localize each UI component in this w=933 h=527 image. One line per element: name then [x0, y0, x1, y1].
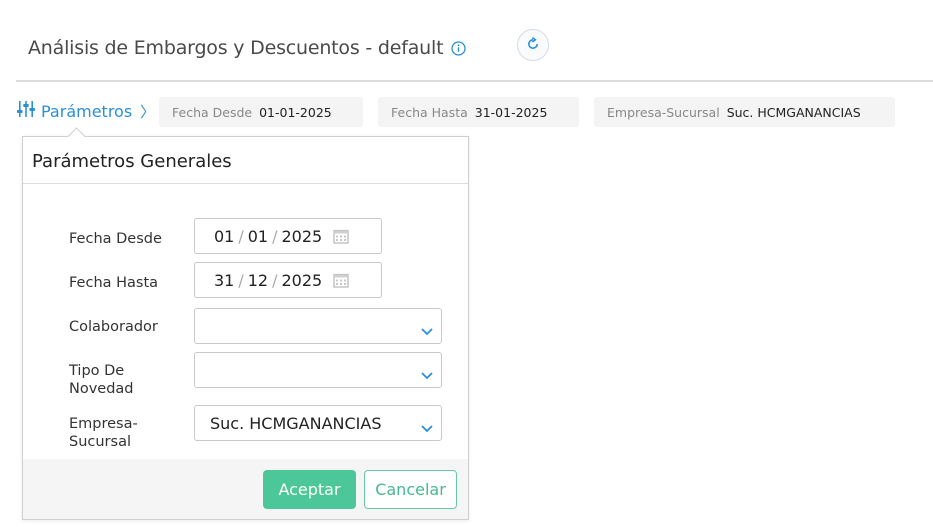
cancel-button[interactable]: Cancelar — [364, 470, 457, 509]
chip-value: 01-01-2025 — [259, 104, 332, 120]
date-year[interactable]: 2025 — [282, 271, 323, 290]
chevron-down-icon — [420, 365, 434, 384]
panel-footer: Aceptar Cancelar — [23, 459, 468, 519]
panel-divider — [23, 183, 468, 184]
parametros-panel: Parámetros Generales Fecha Desde 01 / 01… — [22, 127, 469, 520]
date-day[interactable]: 01 — [214, 227, 234, 246]
fecha-desde-input[interactable]: 01 / 01 / 2025 — [194, 218, 382, 254]
refresh-button[interactable] — [517, 29, 549, 61]
colaborador-select[interactable] — [194, 308, 442, 344]
sliders-icon — [17, 100, 35, 122]
chip-key: Fecha Hasta — [391, 104, 468, 120]
chevron-right-icon: 〉 — [140, 102, 156, 121]
empresa-sucursal-select[interactable]: Suc. HCMGANANCIAS — [194, 405, 442, 441]
tipo-novedad-label: Tipo De Novedad — [69, 363, 134, 397]
chevron-down-icon — [420, 321, 434, 340]
chevron-down-icon — [420, 418, 434, 437]
empresa-sucursal-label: Empresa- Sucursal — [69, 416, 138, 450]
refresh-icon — [526, 36, 540, 55]
fecha-hasta-label: Fecha Hasta — [69, 275, 159, 291]
fecha-hasta-input[interactable]: 31 / 12 / 2025 — [194, 262, 382, 298]
date-year[interactable]: 2025 — [282, 227, 323, 246]
date-day[interactable]: 31 — [214, 271, 234, 290]
fecha-desde-label: Fecha Desde — [69, 231, 162, 247]
chip-key: Empresa-Sucursal — [607, 104, 720, 120]
panel-pointer — [67, 127, 86, 146]
date-month[interactable]: 01 — [248, 227, 268, 246]
parametros-label: Parámetros — [41, 101, 133, 121]
filter-chip-fecha-desde: Fecha Desde 01-01-2025 — [159, 97, 363, 127]
calendar-icon[interactable] — [333, 228, 349, 248]
header-divider — [16, 80, 933, 82]
chip-key: Fecha Desde — [172, 104, 253, 120]
page-title: Análisis de Embargos y Descuentos - defa… — [28, 37, 444, 59]
tipo-novedad-select[interactable] — [194, 352, 442, 388]
info-circle-icon[interactable] — [451, 40, 467, 56]
panel-title: Parámetros Generales — [32, 151, 232, 172]
calendar-icon[interactable] — [333, 272, 349, 292]
chip-value: Suc. HCMGANANCIAS — [726, 104, 861, 120]
filter-chip-fecha-hasta: Fecha Hasta 31-01-2025 — [378, 97, 579, 127]
filter-chip-empresa-sucursal: Empresa-Sucursal Suc. HCMGANANCIAS — [594, 97, 895, 127]
parametros-toggle[interactable]: Parámetros 〉 — [17, 100, 155, 122]
colaborador-label: Colaborador — [69, 319, 158, 335]
chip-value: 31-01-2025 — [474, 104, 548, 120]
page-header: Análisis de Embargos y Descuentos - defa… — [28, 33, 467, 63]
accept-button[interactable]: Aceptar — [263, 470, 356, 509]
date-month[interactable]: 12 — [248, 271, 268, 290]
select-value: Suc. HCMGANANCIAS — [210, 413, 382, 433]
